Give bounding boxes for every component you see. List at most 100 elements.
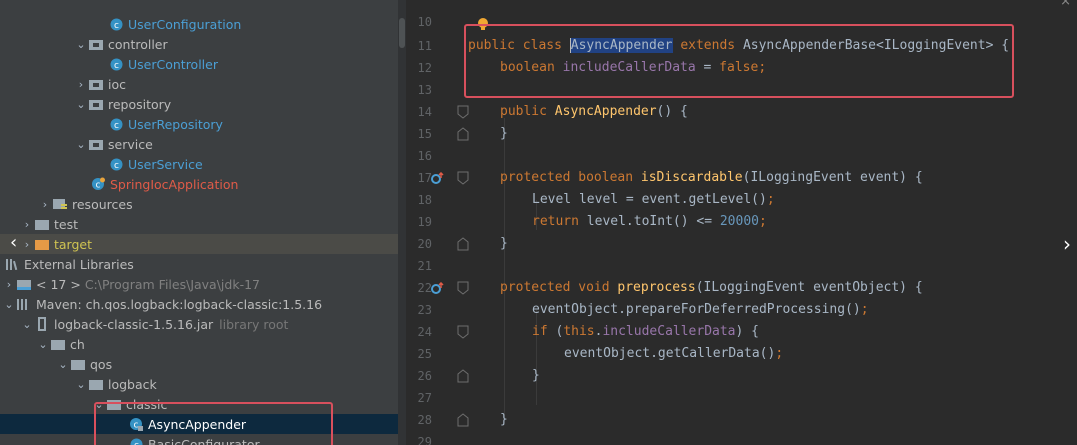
line-number: 26 <box>417 369 432 383</box>
chevron-right-icon[interactable]: › <box>20 218 34 231</box>
tree-item-service[interactable]: ⌄ service <box>0 134 398 154</box>
svg-text:c: c <box>114 61 119 71</box>
tree-item-maven-logback[interactable]: ⌄ Maven: ch.qos.logback:logback-classic:… <box>0 294 398 314</box>
chevron-right-icon[interactable]: › <box>38 198 52 211</box>
code-line-15[interactable]: } <box>500 124 508 144</box>
keyword: return <box>532 214 587 229</box>
indent-guide <box>504 118 505 418</box>
project-tree-panel: c UserConfiguration ⌄ controller c UserC… <box>0 0 398 445</box>
tree-item-userconfiguration[interactable]: c UserConfiguration <box>0 14 398 34</box>
code-text: eventObject.prepareForDeferredProcessing… <box>532 302 861 317</box>
tree-item-test[interactable]: › test <box>0 214 398 234</box>
tree-item-label: controller <box>108 36 168 52</box>
code-line-26[interactable]: } <box>532 366 540 386</box>
scrollbar-thumb[interactable] <box>399 18 405 48</box>
code-line-20[interactable]: } <box>500 234 508 254</box>
previous-arrow-icon[interactable]: ‹ <box>10 232 17 253</box>
line-number: 13 <box>417 83 432 97</box>
line-number: 19 <box>417 215 432 229</box>
keyword: protected void <box>500 280 618 295</box>
code-line-25[interactable]: eventObject.getCallerData(); <box>564 344 783 364</box>
jdk-folder-icon <box>16 277 32 291</box>
tree-item-target[interactable]: › target <box>0 234 398 254</box>
fold-marker-icon[interactable] <box>456 171 470 185</box>
tree-item-label: ioc <box>108 76 126 92</box>
fold-marker-icon[interactable] <box>456 413 470 427</box>
code-text: eventObject.getCallerData() <box>564 346 776 361</box>
fold-marker-icon[interactable] <box>456 237 470 251</box>
code-line-17[interactable]: protected boolean isDiscardable(ILogging… <box>500 168 923 188</box>
chevron-down-icon[interactable]: ⌄ <box>74 378 88 391</box>
code-line-24[interactable]: if (this.includeCallerData) { <box>532 322 759 342</box>
line-number: 22 <box>417 281 432 295</box>
tree-item-logback[interactable]: ⌄ logback <box>0 374 398 394</box>
chevron-right-icon[interactable]: › <box>2 278 16 291</box>
line-number: 16 <box>417 149 432 163</box>
tree-item-qos[interactable]: ⌄ qos <box>0 354 398 374</box>
chevron-down-icon[interactable]: ⌄ <box>74 38 88 51</box>
override-icon[interactable] <box>430 172 444 186</box>
class-icon: c <box>108 157 124 171</box>
code-line-28[interactable]: } <box>500 410 508 430</box>
chevron-down-icon[interactable]: ⌄ <box>20 318 34 331</box>
tree-item-ch[interactable]: ⌄ ch <box>0 334 398 354</box>
chevron-down-icon[interactable]: ⌄ <box>74 138 88 151</box>
tree-item-jdk[interactable]: › < 17 > C:\Program Files\Java\jdk-17 <box>0 274 398 294</box>
line-number: 17 <box>417 171 432 185</box>
tree-item-usercontroller[interactable]: c UserController <box>0 54 398 74</box>
code-line-22[interactable]: protected void preprocess(ILoggingEvent … <box>500 278 923 298</box>
chevron-down-icon[interactable]: ⌄ <box>56 358 70 371</box>
keyword: protected boolean <box>500 170 641 185</box>
tree-item-userservice[interactable]: c UserService <box>0 154 398 174</box>
code-line-23[interactable]: eventObject.prepareForDeferredProcessing… <box>532 300 869 320</box>
close-icon[interactable]: × <box>1060 0 1071 9</box>
tree-scrollbar[interactable] <box>398 0 406 445</box>
tree-item-repository[interactable]: ⌄ repository <box>0 94 398 114</box>
tree-item-label: < 17 > <box>36 276 81 292</box>
chevron-right-icon[interactable]: › <box>20 238 34 251</box>
line-number: 23 <box>417 303 432 317</box>
tree-item-resources[interactable]: › resources <box>0 194 398 214</box>
method-name: AsyncAppender <box>554 104 657 119</box>
spring-app-class-icon: c <box>90 177 106 191</box>
tree-item-external-libraries[interactable]: External Libraries <box>0 254 398 274</box>
chevron-down-icon[interactable]: ⌄ <box>36 338 50 351</box>
tree-item-label: SpringIocApplication <box>110 176 239 192</box>
tree-item-ioc[interactable]: › ioc <box>0 74 398 94</box>
chevron-down-icon[interactable]: ⌄ <box>2 298 16 311</box>
fold-marker-icon[interactable] <box>456 281 470 295</box>
svg-text:c: c <box>114 21 119 31</box>
line-number: 21 <box>417 259 432 273</box>
code-line-18[interactable]: Level level = event.getLevel(); <box>532 190 775 210</box>
code-text: ) { <box>735 324 759 339</box>
tree-item-logback-jar[interactable]: ⌄ logback-classic-1.5.16.jar library roo… <box>0 314 398 334</box>
tree-item-springiocapplication[interactable]: c SpringIocApplication <box>0 174 398 194</box>
jar-icon <box>34 317 50 331</box>
next-arrow-icon[interactable]: › <box>1063 232 1071 256</box>
fold-marker-icon[interactable] <box>456 127 470 141</box>
class-icon: c <box>108 17 124 31</box>
line-number: 15 <box>417 127 432 141</box>
override-icon[interactable] <box>430 282 444 296</box>
semicolon: ; <box>860 302 869 317</box>
fold-marker-icon[interactable] <box>456 325 470 339</box>
maven-library-icon <box>16 297 32 311</box>
tree-item-label: logback-classic-1.5.16.jar <box>54 316 214 332</box>
chevron-down-icon[interactable]: ⌄ <box>74 98 88 111</box>
tree-item-label: repository <box>108 96 172 112</box>
method-name: isDiscardable <box>640 170 743 185</box>
line-number: 29 <box>417 435 432 445</box>
fold-marker-icon[interactable] <box>456 105 470 119</box>
tree-item-controller[interactable]: ⌄ controller <box>0 34 398 54</box>
code-line-19[interactable]: return level.toInt() <= 20000; <box>532 212 767 232</box>
tree-item-label: Maven: ch.qos.logback:logback-classic:1.… <box>36 296 323 312</box>
tree-item-label: qos <box>90 356 113 372</box>
semicolon: ; <box>775 346 784 361</box>
fold-marker-icon[interactable] <box>456 369 470 383</box>
keyword: this <box>563 324 595 339</box>
tree-item-userrepository[interactable]: c UserRepository <box>0 114 398 134</box>
svg-text:c: c <box>114 161 119 171</box>
tree-item-label: test <box>54 216 79 232</box>
code-line-14[interactable]: public AsyncAppender() { <box>500 102 688 122</box>
chevron-right-icon[interactable]: › <box>74 78 88 91</box>
